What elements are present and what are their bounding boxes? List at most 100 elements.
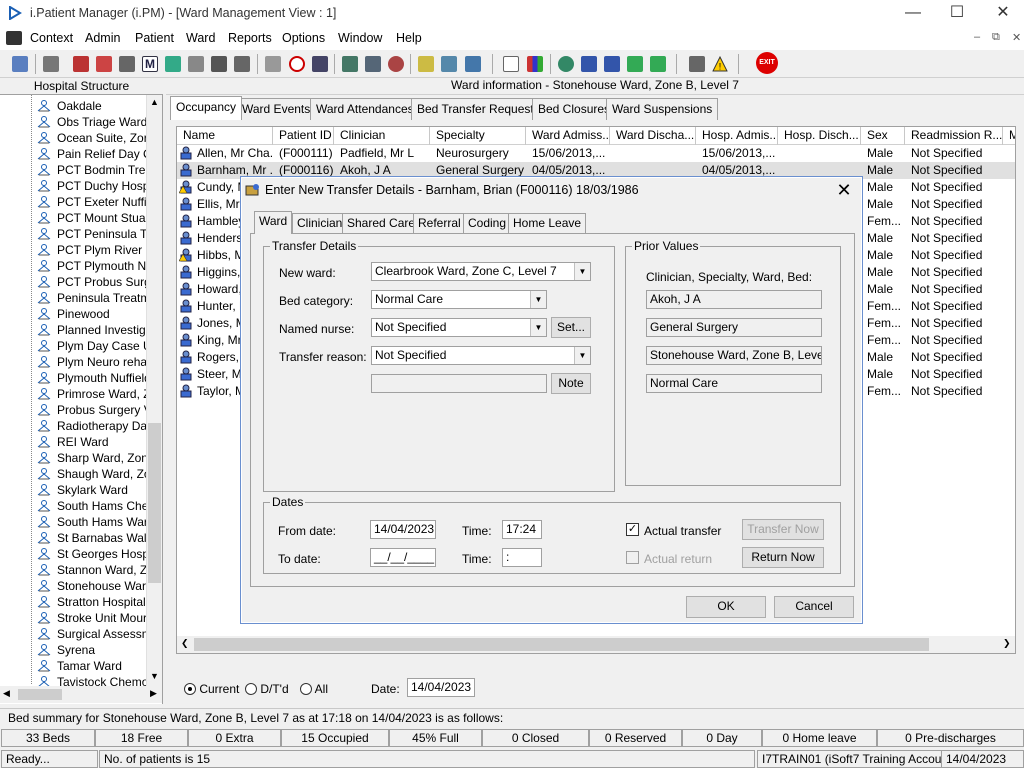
user-tool-icon[interactable]	[9, 53, 31, 75]
tree-item-ward[interactable]: PCT Exeter Nuffie	[32, 194, 146, 210]
column-header[interactable]: Clinician	[334, 127, 430, 145]
edit-tool-icon[interactable]	[93, 53, 115, 75]
inbox-tool-icon[interactable]	[578, 53, 600, 75]
tree-item-ward[interactable]: Pinewood	[32, 306, 146, 322]
named-nurse-select[interactable]: Not Specified ▼	[371, 318, 547, 337]
tree-item-ward[interactable]: Primrose Ward, Z	[32, 386, 146, 402]
tree-item-ward[interactable]: St Barnabas Wal	[32, 530, 146, 546]
tree-item-ward[interactable]: South Hams Cher	[32, 498, 146, 514]
tree-item-ward[interactable]: Ocean Suite, Zor	[32, 130, 146, 146]
to-time-field[interactable]: :	[502, 548, 542, 567]
chevron-down-icon[interactable]: ▼	[574, 347, 590, 364]
tab-bed-closures[interactable]: Bed Closures	[532, 98, 617, 120]
chevron-down-icon[interactable]: ▼	[574, 263, 590, 280]
printer-tool-icon[interactable]	[40, 53, 62, 75]
column-header[interactable]: M	[1003, 127, 1015, 145]
forward-tool-icon[interactable]	[624, 53, 646, 75]
tab-occupancy[interactable]: Occupancy	[170, 96, 243, 120]
table-row[interactable]: Allen, Mr Cha... (F000111) Padfield, Mr L N…	[177, 145, 1015, 162]
check-tool-icon[interactable]	[647, 53, 669, 75]
scroll-right-icon[interactable]: ▶	[150, 688, 157, 699]
chevron-down-icon[interactable]: ▼	[530, 319, 546, 336]
clock-tool-icon[interactable]	[286, 53, 308, 75]
list-tool-icon[interactable]	[415, 53, 437, 75]
form-tool-icon[interactable]	[185, 53, 207, 75]
tree-item-ward[interactable]: Stonehouse Ward	[32, 578, 146, 594]
to-date-field[interactable]: __/__/____	[370, 548, 436, 567]
book-tool-icon[interactable]	[70, 53, 92, 75]
tab-bed-transfer-requests[interactable]: Bed Transfer Requests	[411, 98, 546, 120]
return-now-button[interactable]: Return Now	[742, 547, 824, 568]
tree-item-ward[interactable]: Radiotherapy Day	[32, 418, 146, 434]
tree-item-ward[interactable]: Plym Day Case U	[32, 338, 146, 354]
dialog-tab-home-leave[interactable]: Home Leave	[508, 213, 587, 233]
radio-all[interactable]: All	[300, 682, 328, 696]
scroll-up-icon[interactable]: ▲	[149, 97, 160, 108]
radio-dtd-indicator[interactable]	[245, 683, 257, 695]
close-icon[interactable]: ✕	[992, 4, 1014, 24]
tree-item-ward[interactable]: Sharp Ward, Zon	[32, 450, 146, 466]
date-filter-field[interactable]: 14/04/2023	[407, 678, 475, 697]
dialog-tab-referral[interactable]: Referral	[413, 213, 466, 233]
dial-tool-icon[interactable]	[385, 53, 407, 75]
tree-item-ward[interactable]: Stroke Unit Mour	[32, 610, 146, 626]
tree-item-ward[interactable]: PCT Duchy Hosp	[32, 178, 146, 194]
menu-context[interactable]: Context	[30, 31, 73, 45]
radio-current-indicator[interactable]	[184, 683, 196, 695]
warning-tool-icon[interactable]: !	[709, 53, 731, 75]
grid-scroll-right-icon[interactable]: ❯	[1003, 638, 1011, 649]
column-header[interactable]: Ward Admiss...	[526, 127, 610, 145]
column-header[interactable]: Sex	[861, 127, 905, 145]
tree-item-ward[interactable]: REI Ward	[32, 434, 146, 450]
menu-reports[interactable]: Reports	[228, 31, 272, 45]
tree-hscroll-thumb[interactable]	[18, 689, 62, 700]
tree-item-ward[interactable]: South Hams War	[32, 514, 146, 530]
tab-ward-suspensions[interactable]: Ward Suspensions	[606, 98, 719, 120]
tree-item-ward[interactable]: Oakdale	[32, 98, 146, 114]
column-header[interactable]: Patient ID	[273, 127, 334, 145]
tree-item-ward[interactable]: Tamar Ward	[32, 658, 146, 674]
column-header[interactable]: Hosp. Disch...	[778, 127, 861, 145]
tree-item-ward[interactable]: Peninsula Treatm	[32, 290, 146, 306]
outbox-tool-icon[interactable]	[601, 53, 623, 75]
tree-item-ward[interactable]: PCT Mount Stuar	[32, 210, 146, 226]
globe-tool-icon[interactable]	[555, 53, 577, 75]
ok-button[interactable]: OK	[686, 596, 766, 618]
tree-item-ward[interactable]: Probus Surgery V	[32, 402, 146, 418]
bed-tool-icon[interactable]	[208, 53, 230, 75]
tree-item-ward[interactable]: Skylark Ward	[32, 482, 146, 498]
tree-item-ward[interactable]: PCT Plym River F	[32, 242, 146, 258]
tree-scroll-thumb[interactable]	[148, 423, 161, 583]
ambulance-tool-icon[interactable]	[438, 53, 460, 75]
tree-item-ward[interactable]: PCT Plymouth Nu	[32, 258, 146, 274]
bed-category-select[interactable]: Normal Care ▼	[371, 290, 547, 309]
scroll-down-icon[interactable]: ▼	[149, 671, 160, 682]
menu-options[interactable]: Options	[282, 31, 325, 45]
transfer-now-button[interactable]: Transfer Now	[742, 519, 824, 540]
tree-item-ward[interactable]: Obs Triage Ward	[32, 114, 146, 130]
tree-item-ward[interactable]: PCT Probus Surg	[32, 274, 146, 290]
tab-ward-attendances[interactable]: Ward Attendances	[310, 98, 420, 120]
grid-horizontal-scrollbar[interactable]: ❮ ❯	[177, 636, 1015, 653]
maximize-icon[interactable]: ☐	[946, 4, 968, 24]
tab-ward-events[interactable]: Ward Events	[236, 98, 317, 120]
dialog-tab-shared-care[interactable]: Shared Care	[342, 213, 421, 233]
dialog-tab-coding[interactable]: Coding	[463, 213, 512, 233]
cancel-button[interactable]: Cancel	[774, 596, 854, 618]
mdi-close-icon[interactable]: ✕	[1012, 31, 1021, 44]
tree-item-ward[interactable]: PCT Peninsula Tr	[32, 226, 146, 242]
tree-vertical-scrollbar[interactable]: ▲ ▼	[146, 95, 162, 686]
minimize-icon[interactable]: —	[902, 4, 924, 24]
menu-window[interactable]: Window	[338, 31, 382, 45]
bar-chart-tool-icon[interactable]	[524, 53, 546, 75]
people-tool-icon[interactable]	[462, 53, 484, 75]
tree-item-ward[interactable]: Shaugh Ward, Zo	[32, 466, 146, 482]
mdi-minimize-icon[interactable]: –	[974, 31, 980, 43]
tree-item-ward[interactable]: Stannon Ward, Z	[32, 562, 146, 578]
actual-return-checkbox[interactable]	[626, 551, 639, 564]
tree-item-ward[interactable]: Pain Relief Day C	[32, 146, 146, 162]
page-tool-icon[interactable]	[500, 53, 522, 75]
dialog-tab-clinician[interactable]: Clinician	[292, 213, 348, 233]
menu-patient[interactable]: Patient	[135, 31, 174, 45]
tree-item-ward[interactable]: St Georges Hosp	[32, 546, 146, 562]
